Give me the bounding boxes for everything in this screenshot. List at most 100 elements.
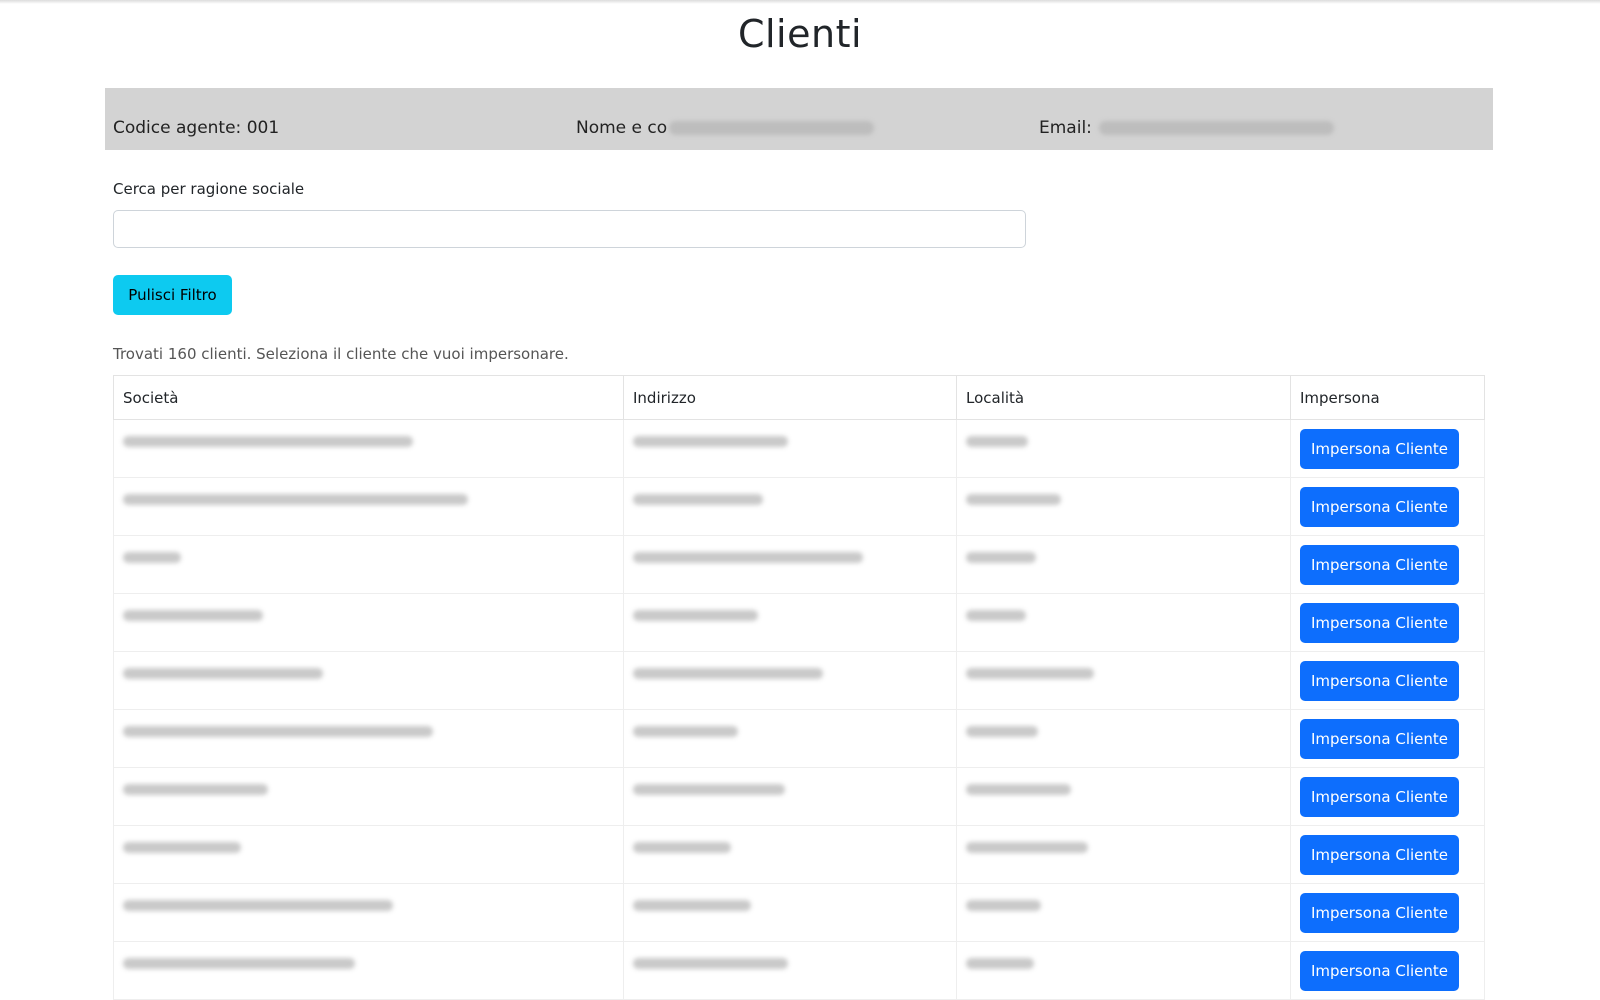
table-row: Impersona Cliente (113, 709, 1485, 768)
redacted-text (966, 899, 1041, 911)
impersonate-client-button[interactable]: Impersona Cliente (1300, 660, 1459, 701)
redacted-text (633, 667, 823, 679)
agent-code: Codice agente: 001 (113, 118, 280, 138)
table-row: Impersona Cliente (113, 825, 1485, 884)
redacted-text (966, 493, 1061, 505)
redacted-text (633, 551, 863, 563)
cell-indirizzo (623, 535, 957, 594)
redacted-text (633, 841, 731, 853)
cell-societa (113, 419, 624, 478)
clear-filter-button[interactable]: Pulisci Filtro (113, 275, 232, 315)
cell-societa (113, 767, 624, 826)
cell-localita (956, 767, 1291, 826)
redacted-text (123, 493, 468, 505)
table-row: Impersona Cliente (113, 477, 1485, 536)
column-header-impersona: Impersona (1290, 375, 1485, 420)
cell-impersona: Impersona Cliente (1290, 883, 1485, 942)
search-label: Cerca per ragione sociale (113, 180, 305, 198)
cell-societa (113, 883, 624, 942)
table-row: Impersona Cliente (113, 535, 1485, 594)
agent-name-redacted (669, 121, 875, 135)
agent-info-bar: Codice agente: 001 Nome e co Email: (105, 88, 1493, 150)
column-header-localita: Località (956, 375, 1291, 420)
redacted-text (123, 957, 355, 969)
cell-localita (956, 651, 1291, 710)
redacted-text (633, 609, 758, 621)
table-row: Impersona Cliente (113, 419, 1485, 478)
cell-indirizzo (623, 883, 957, 942)
redacted-text (633, 783, 785, 795)
cell-localita (956, 883, 1291, 942)
redacted-text (966, 435, 1028, 447)
cell-indirizzo (623, 941, 957, 1000)
cell-impersona: Impersona Cliente (1290, 477, 1485, 536)
table-row: Impersona Cliente (113, 767, 1485, 826)
cell-localita (956, 477, 1291, 536)
cell-societa (113, 535, 624, 594)
search-input[interactable] (113, 210, 1026, 248)
cell-impersona: Impersona Cliente (1290, 825, 1485, 884)
redacted-text (123, 841, 241, 853)
redacted-text (123, 667, 323, 679)
redacted-text (123, 783, 268, 795)
cell-societa (113, 593, 624, 652)
impersonate-client-button[interactable]: Impersona Cliente (1300, 718, 1459, 759)
redacted-text (633, 899, 751, 911)
cell-societa (113, 651, 624, 710)
cell-indirizzo (623, 477, 957, 536)
cell-localita (956, 941, 1291, 1000)
redacted-text (633, 493, 763, 505)
impersonate-client-button[interactable]: Impersona Cliente (1300, 950, 1459, 991)
cell-indirizzo (623, 419, 957, 478)
redacted-text (966, 841, 1088, 853)
cell-impersona: Impersona Cliente (1290, 941, 1485, 1000)
cell-societa (113, 941, 624, 1000)
table-row: Impersona Cliente (113, 593, 1485, 652)
agent-email-label: Email: (1039, 118, 1092, 138)
impersonate-client-button[interactable]: Impersona Cliente (1300, 892, 1459, 933)
impersonate-client-button[interactable]: Impersona Cliente (1300, 486, 1459, 527)
cell-indirizzo (623, 825, 957, 884)
impersonate-client-button[interactable]: Impersona Cliente (1300, 602, 1459, 643)
redacted-text (966, 725, 1038, 737)
cell-societa (113, 709, 624, 768)
top-shadow (0, 0, 1600, 4)
cell-localita (956, 535, 1291, 594)
cell-localita (956, 593, 1291, 652)
impersonate-client-button[interactable]: Impersona Cliente (1300, 428, 1459, 469)
page-title: Clienti (737, 12, 863, 56)
impersonate-client-button[interactable]: Impersona Cliente (1300, 776, 1459, 817)
cell-impersona: Impersona Cliente (1290, 767, 1485, 826)
impersonate-client-button[interactable]: Impersona Cliente (1300, 544, 1459, 585)
cell-impersona: Impersona Cliente (1290, 593, 1485, 652)
column-header-indirizzo: Indirizzo (623, 375, 957, 420)
results-summary: Trovati 160 clienti. Seleziona il client… (113, 345, 569, 363)
table-row: Impersona Cliente (113, 651, 1485, 710)
cell-societa (113, 825, 624, 884)
redacted-text (633, 725, 738, 737)
redacted-text (123, 725, 433, 737)
redacted-text (966, 551, 1036, 563)
redacted-text (123, 551, 181, 563)
redacted-text (123, 899, 393, 911)
redacted-text (966, 957, 1034, 969)
cell-localita (956, 709, 1291, 768)
agent-name-label: Nome e co (576, 118, 668, 138)
cell-societa (113, 477, 624, 536)
table-row: Impersona Cliente (113, 883, 1485, 942)
cell-impersona: Impersona Cliente (1290, 419, 1485, 478)
agent-name: Nome e co (576, 118, 875, 138)
cell-indirizzo (623, 767, 957, 826)
redacted-text (123, 609, 263, 621)
redacted-text (966, 667, 1094, 679)
redacted-text (633, 957, 788, 969)
cell-indirizzo (623, 651, 957, 710)
table-row: Impersona Cliente (113, 941, 1485, 1000)
cell-localita (956, 419, 1291, 478)
cell-impersona: Impersona Cliente (1290, 651, 1485, 710)
clients-table: Società Indirizzo Località Impersona Imp… (113, 375, 1485, 1000)
cell-indirizzo (623, 709, 957, 768)
impersonate-client-button[interactable]: Impersona Cliente (1300, 834, 1459, 875)
cell-impersona: Impersona Cliente (1290, 535, 1485, 594)
redacted-text (123, 435, 413, 447)
